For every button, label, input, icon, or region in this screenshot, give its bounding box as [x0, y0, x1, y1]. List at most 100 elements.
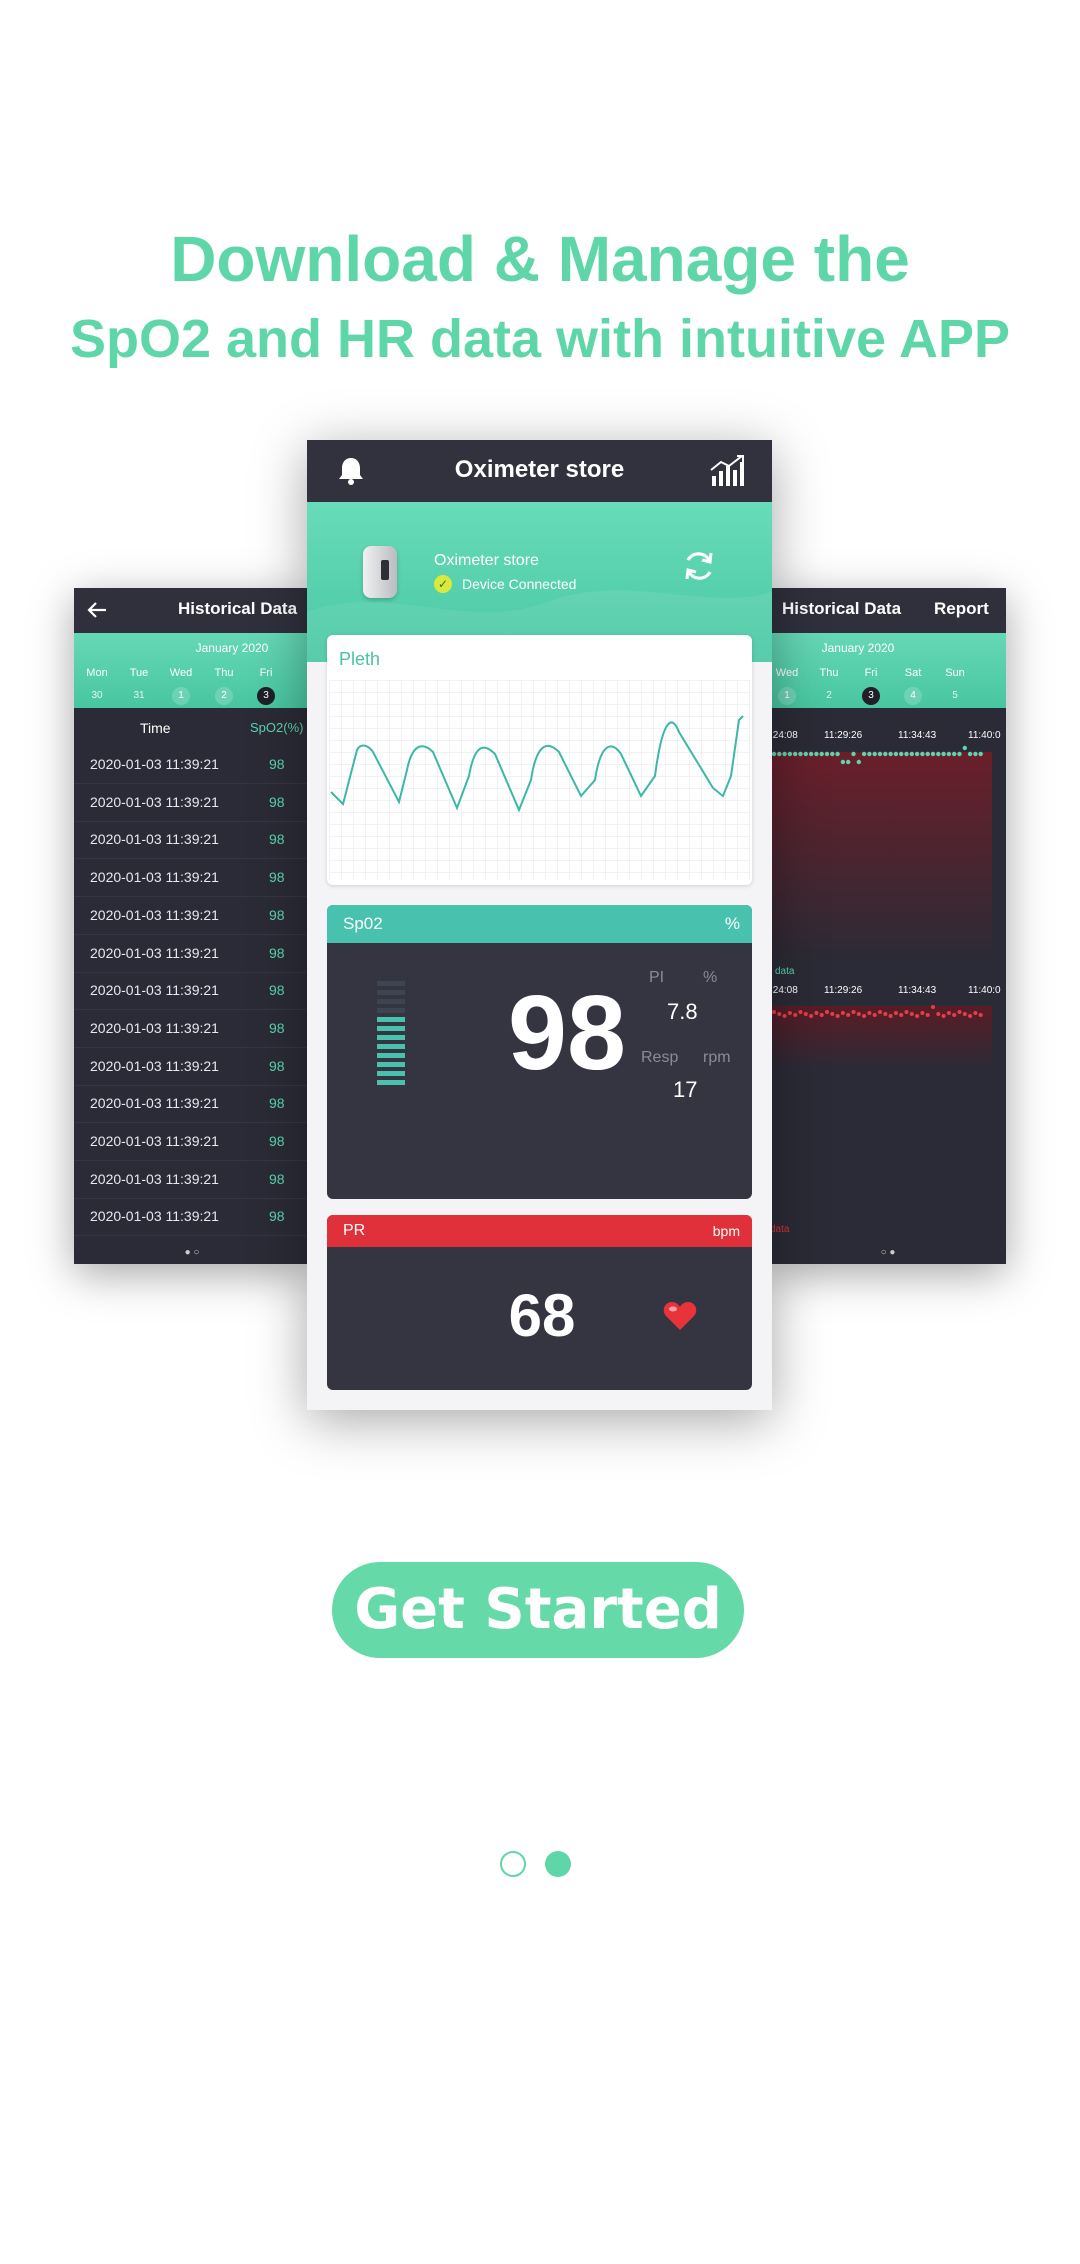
calendar-month: January 2020 [821, 641, 895, 655]
history-row[interactable]: 2020-01-03 11:39:21 98 [74, 935, 310, 973]
time-tick: 11:29:26 [824, 730, 863, 741]
history-spo2: 98 [269, 982, 285, 999]
time-tick: :24:08 [770, 730, 798, 741]
spo2-trend-point [967, 751, 973, 757]
history-row[interactable]: 2020-01-03 11:39:21 98 [74, 1048, 310, 1086]
pr-trend-point [915, 1014, 920, 1018]
calendar-month: January 2020 [195, 641, 269, 655]
device-name: Oximeter store [434, 552, 539, 569]
column-header-time: Time [140, 720, 171, 736]
calendar-day: Thu [819, 667, 839, 679]
resp-unit: rpm [703, 1049, 731, 1066]
spo2-trend-point [867, 751, 872, 757]
calendar-date-selected[interactable]: 3 [257, 687, 275, 705]
spo2-unit: % [724, 914, 740, 933]
headline-line1: Download & Manage the [170, 223, 910, 295]
calendar-date[interactable]: 2 [215, 687, 233, 705]
report-button[interactable]: Report [934, 599, 989, 619]
resp-value: 17 [673, 1077, 698, 1102]
history-row[interactable]: 2020-01-03 11:39:21 98 [74, 897, 310, 935]
spo2-bar-segment [377, 1017, 405, 1022]
history-spo2: 98 [269, 1057, 285, 1074]
spo2-trend-point [877, 751, 883, 757]
check-icon: ✓ [434, 575, 452, 593]
spo2-trend-point [952, 751, 957, 757]
spo2-trend-point [777, 751, 782, 757]
history-time: 2020-01-03 11:39:21 [90, 831, 219, 848]
refresh-icon[interactable] [681, 548, 717, 584]
spo2-bar-segment [377, 999, 405, 1004]
history-row[interactable]: 2020-01-03 11:39:21 98 [74, 746, 310, 784]
history-row[interactable]: 2020-01-03 11:39:21 98 [74, 1161, 310, 1199]
get-started-button[interactable]: Get Started [332, 1562, 744, 1658]
history-time: 2020-01-03 11:39:21 [90, 944, 219, 961]
history-spo2: 98 [269, 1095, 285, 1112]
spo2-trend-point [962, 745, 967, 751]
history-time: 2020-01-03 11:39:21 [90, 982, 219, 999]
history-row[interactable]: 2020-01-03 11:39:21 98 [74, 1123, 310, 1161]
calendar-day: Tue [129, 667, 149, 679]
spo2-trend-point [872, 751, 877, 757]
chart-trend-icon[interactable] [709, 454, 745, 488]
left-phone-page-dots: ● ○ [184, 1247, 200, 1258]
column-header-spo2: SpO2(%) [250, 720, 304, 735]
calendar-day: Wed [775, 667, 799, 679]
pr-header: PR bpm [327, 1215, 752, 1247]
heart-icon [663, 1302, 697, 1330]
back-arrow-icon[interactable] [86, 600, 108, 620]
calendar-date-selected[interactable]: 3 [862, 687, 880, 705]
spo2-trend-point [925, 751, 930, 757]
spo2-trend-point [946, 751, 952, 757]
spo2-trend-point [856, 759, 861, 765]
pr-trend-point [809, 1014, 814, 1018]
pr-card: PR bpm 68 [327, 1215, 752, 1390]
calendar-day: Fri [259, 667, 273, 679]
pi-value: 7.8 [667, 999, 698, 1024]
spo2-bar-segment [377, 990, 405, 995]
history-row[interactable]: 2020-01-03 11:39:21 98 [74, 821, 310, 860]
history-time: 2020-01-03 11:39:21 [90, 1057, 219, 1074]
spo2-bar-segment [377, 1026, 405, 1031]
spo2-label: Sp02 [343, 914, 383, 933]
right-phone-screen: Historical Data Report January 2020 Wed … [770, 588, 1006, 1264]
history-time: 2020-01-03 11:39:21 [90, 906, 219, 923]
history-row[interactable]: 2020-01-03 11:39:21 98 [74, 972, 310, 1011]
calendar-date[interactable]: 30 [88, 687, 106, 705]
calendar-date[interactable]: 2 [820, 687, 838, 705]
right-phone-page-dots: ○ ● [880, 1247, 896, 1258]
calendar-date[interactable]: 5 [946, 687, 964, 705]
app-header: Oximeter store [307, 440, 772, 502]
spo2-trend-point [819, 751, 824, 757]
spo2-trend-point [973, 751, 978, 757]
history-row[interactable]: 2020-01-03 11:39:21 98 [74, 859, 310, 898]
pi-label: PI [649, 969, 665, 986]
calendar-date[interactable]: 4 [904, 687, 922, 705]
spo2-bar-segment [377, 1035, 405, 1040]
history-row[interactable]: 2020-01-03 11:39:21 98 [74, 784, 310, 822]
calendar-date[interactable]: 1 [778, 687, 796, 705]
page-indicator-dot-2-active[interactable] [545, 1851, 571, 1877]
pr-legend: data [770, 1224, 790, 1235]
page-indicator-dot-1[interactable] [500, 1851, 526, 1877]
history-row[interactable]: 2020-01-03 11:39:21 98 [74, 1010, 310, 1048]
pleth-card: Pleth [327, 635, 752, 885]
pr-trend-point [835, 1014, 840, 1018]
spo2-trend-point [978, 751, 983, 757]
pr-trend-point [787, 1011, 792, 1015]
spo2-trend-point [920, 751, 925, 757]
pr-trend-point [957, 1010, 962, 1014]
history-time: 2020-01-03 11:39:21 [90, 1095, 219, 1112]
pr-trend-point [782, 1014, 787, 1018]
spo2-trend-point [793, 751, 798, 757]
pr-trend-point [846, 1013, 851, 1017]
calendar-day: Thu [214, 667, 234, 679]
spo2-bar-segment [377, 1053, 405, 1058]
history-row[interactable]: 2020-01-03 11:39:21 98 [74, 1085, 310, 1124]
calendar-date[interactable]: 1 [172, 687, 190, 705]
history-time: 2020-01-03 11:39:21 [90, 869, 219, 886]
calendar-date[interactable]: 31 [130, 687, 148, 705]
spo2-trend-point [808, 751, 814, 757]
pleth-waveform [329, 680, 750, 880]
history-row[interactable]: 2020-01-03 11:39:21 98 [74, 1198, 310, 1237]
history-time: 2020-01-03 11:39:21 [90, 793, 219, 810]
